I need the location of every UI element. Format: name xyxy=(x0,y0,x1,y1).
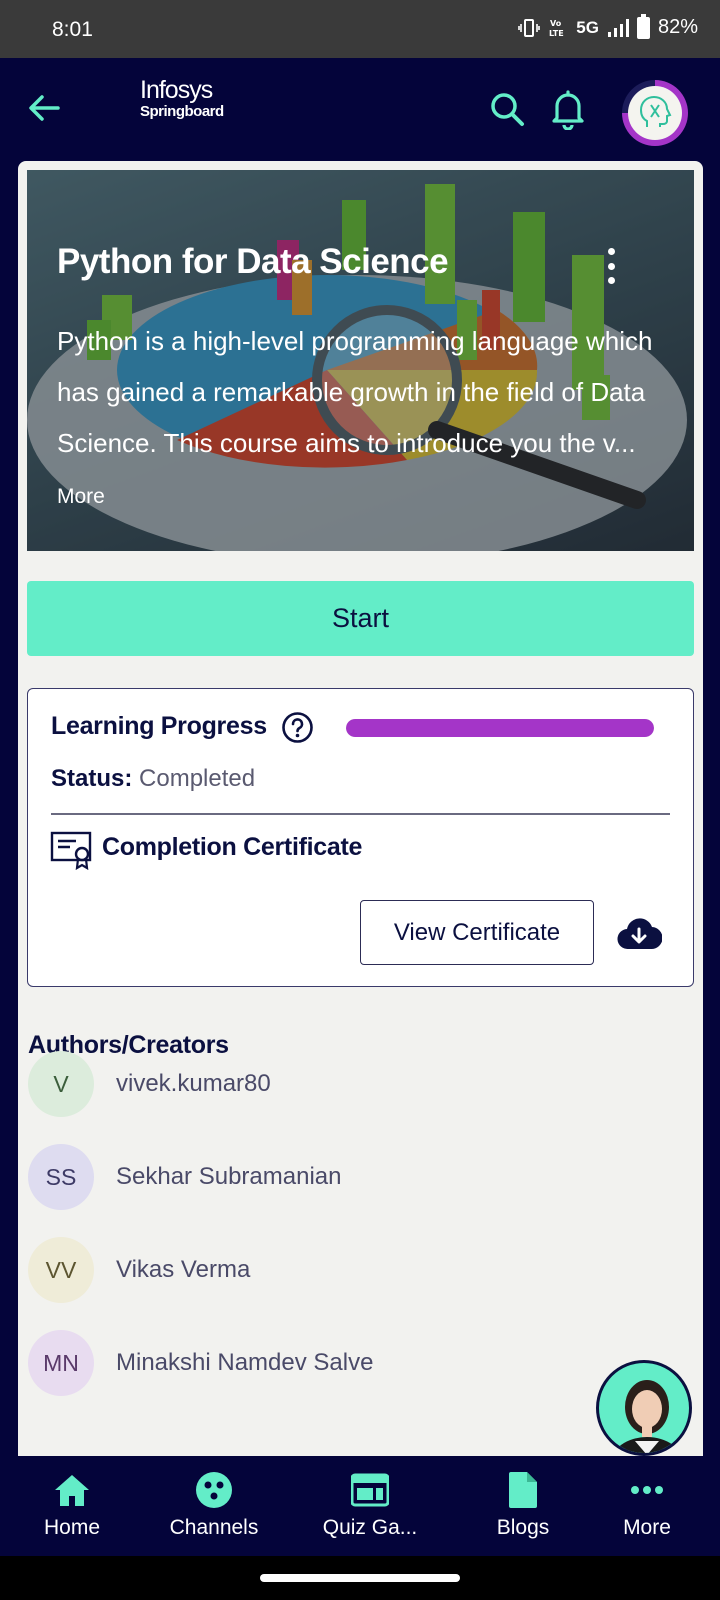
svg-text:LTE: LTE xyxy=(549,29,564,38)
nav-home-label: Home xyxy=(43,1516,101,1539)
help-circle-icon[interactable] xyxy=(281,711,314,744)
blogs-icon xyxy=(503,1470,543,1510)
nav-channels-label: Channels xyxy=(169,1516,259,1539)
more-link[interactable]: More xyxy=(57,485,105,508)
infosys-springboard-logo: Infosys Springboard xyxy=(140,76,224,120)
battery-level: 82% xyxy=(657,16,698,38)
author-initials-avatar: V xyxy=(28,1051,94,1117)
completion-certificate-label: Completion Certificate xyxy=(102,833,363,861)
learning-progress-label: Learning Progress xyxy=(51,712,267,740)
virtual-assistant-avatar[interactable] xyxy=(596,1360,692,1456)
logo-line2: Springboard xyxy=(140,103,224,120)
battery-icon xyxy=(636,13,650,39)
learning-progress-card: Learning Progress Status: Completed Comp… xyxy=(27,688,694,987)
svg-text:Vo: Vo xyxy=(550,19,562,28)
certificate-icon xyxy=(50,830,94,871)
author-name: Vikas Verma xyxy=(116,1256,251,1283)
divider xyxy=(51,813,670,815)
channels-icon xyxy=(194,1470,234,1510)
author-initials-avatar: VV xyxy=(28,1237,94,1303)
author-name: vivek.kumar80 xyxy=(116,1070,271,1097)
nav-more-label: More xyxy=(623,1516,671,1539)
author-row[interactable]: Vvivek.kumar80 xyxy=(28,1051,628,1117)
start-button[interactable]: Start xyxy=(27,581,694,656)
home-icon xyxy=(52,1470,92,1510)
author-row[interactable]: MN Minakshi Namdev Salve xyxy=(28,1330,628,1396)
course-title: Python for Data Science xyxy=(57,242,449,281)
bottom-navigation: Home Channels Quiz Ga... Blogs More xyxy=(0,1456,720,1556)
status-bar: 8:01 Vo LTE 5G 82% xyxy=(0,0,720,58)
course-banner: Python for Data Science Python is a high… xyxy=(27,170,694,551)
cloud-download-icon[interactable] xyxy=(616,917,663,953)
author-initials-avatar: MN xyxy=(28,1330,94,1396)
home-gesture-handle[interactable] xyxy=(260,1574,460,1582)
arrow-left-icon[interactable] xyxy=(24,88,64,128)
author-name: Minakshi Namdev Salve xyxy=(116,1349,374,1376)
status-value: Completed xyxy=(139,765,256,792)
more-icon xyxy=(627,1470,667,1510)
search-icon[interactable] xyxy=(488,90,528,130)
system-gesture-bar xyxy=(0,1556,720,1600)
nav-quiz-games[interactable]: Quiz Ga... xyxy=(320,1456,420,1556)
volte-icon: Vo LTE xyxy=(548,17,568,39)
status-line: Status: Completed xyxy=(51,765,255,793)
app-header: Infosys Springboard xyxy=(0,58,720,162)
status-icons: Vo LTE 5G 82% xyxy=(518,13,698,39)
vibrate-icon xyxy=(518,18,541,38)
nav-channels[interactable]: Channels xyxy=(164,1456,264,1556)
course-description-text: Python is a high-level programming langu… xyxy=(57,326,653,458)
course-description: Python is a high-level programming langu… xyxy=(57,316,657,522)
nav-blogs[interactable]: Blogs xyxy=(483,1456,563,1556)
signal-icon xyxy=(607,18,629,38)
progress-bar-fill xyxy=(346,719,654,737)
course-detail-card: Python for Data Science Python is a high… xyxy=(18,161,703,1456)
more-vertical-icon[interactable] xyxy=(599,248,623,284)
progress-bar xyxy=(346,719,654,737)
nav-quiz-label: Quiz Ga... xyxy=(322,1516,418,1539)
nav-more[interactable]: More xyxy=(607,1456,687,1556)
view-certificate-button[interactable]: View Certificate xyxy=(360,900,594,965)
nav-blogs-label: Blogs xyxy=(496,1516,550,1539)
quiz-icon xyxy=(350,1470,390,1510)
status-time: 8:01 xyxy=(52,18,93,41)
logo-line1: Infosys xyxy=(140,76,213,104)
nav-home[interactable]: Home xyxy=(32,1456,112,1556)
network-label: 5G xyxy=(576,17,599,37)
bell-icon[interactable] xyxy=(548,88,588,131)
author-initials-avatar: SS xyxy=(28,1144,94,1210)
profile-avatar[interactable] xyxy=(622,80,688,146)
author-row[interactable]: SS Sekhar Subramanian xyxy=(28,1144,628,1210)
author-name: Sekhar Subramanian xyxy=(116,1163,342,1190)
author-row[interactable]: VV Vikas Verma xyxy=(28,1237,628,1303)
head-profile-icon xyxy=(628,86,682,140)
status-key: Status: xyxy=(51,765,133,792)
